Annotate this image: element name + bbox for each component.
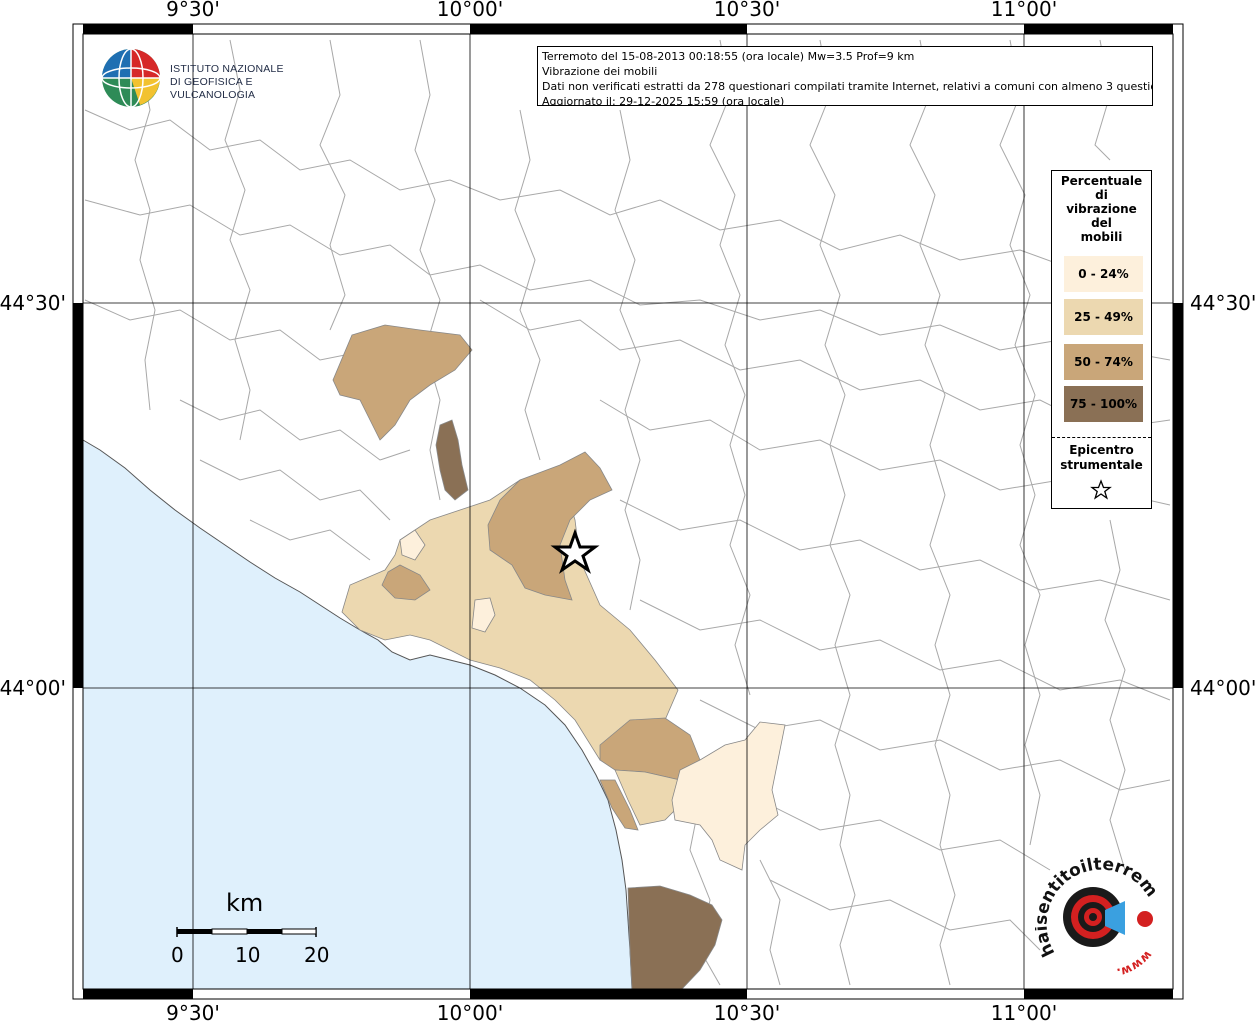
- ingv-logo: ISTITUTO NAZIONALE DI GEOFISICA E VULCAN…: [100, 47, 320, 109]
- lon-tick-labels-top: 9°30' 10°00' 10°30' 11°00': [166, 0, 1057, 21]
- scale-unit-label: km: [226, 889, 264, 917]
- ingv-logo-line2: DI GEOFISICA E VULCANOLOGIA: [170, 76, 256, 101]
- lat-tick-right-1: 44°00': [1190, 676, 1255, 700]
- legend-title-line: del: [1091, 216, 1112, 230]
- ingv-logo-text: ISTITUTO NAZIONALE DI GEOFISICA E VULCAN…: [170, 63, 320, 102]
- scale-label-10: 10: [235, 943, 261, 967]
- lon-tick-top-0: 9°30': [166, 0, 220, 21]
- legend-item-25-49: 25 - 49%: [1064, 299, 1143, 335]
- legend-title-line: vibrazione: [1066, 202, 1137, 216]
- legend-title-line: mobili: [1080, 230, 1123, 244]
- event-info-line2: Vibrazione dei mobili: [542, 65, 658, 78]
- lon-tick-top-2: 10°30': [714, 0, 780, 21]
- scale-bar: km 0 10 20: [160, 885, 340, 975]
- haisentito-badge: haisentitoilterremoto.it www.: [1029, 840, 1165, 985]
- legend-item-50-74: 50 - 74%: [1064, 344, 1143, 380]
- legend-item-75-100: 75 - 100%: [1064, 386, 1143, 422]
- lon-tick-bottom-1: 10°00': [437, 1001, 503, 1024]
- lon-tick-bottom-3: 11°00': [991, 1001, 1057, 1024]
- event-info-line3: Dati non verificati estratti da 278 ques…: [542, 80, 1153, 93]
- lon-tick-bottom-0: 9°30': [166, 1001, 220, 1024]
- map-legend: Percentuale di vibrazione del mobili 0 -…: [1051, 170, 1152, 509]
- badge-url-text: www.: [1115, 948, 1155, 980]
- lat-tick-left-1: 44°00': [0, 676, 66, 700]
- event-info-line1: Terremoto del 15-08-2013 00:18:55 (ora l…: [542, 50, 915, 63]
- event-info-line4: Aggiornato il: 29-12-2025 15:59 (ora loc…: [542, 95, 785, 106]
- lon-tick-top-3: 11°00': [991, 0, 1057, 21]
- speaker-target-icon: haisentitoilterremoto.it www.: [1029, 840, 1161, 980]
- svg-text:www.: www.: [1115, 948, 1155, 980]
- lon-tick-labels-bottom: 9°30' 10°00' 10°30' 11°00': [166, 1001, 1057, 1024]
- lon-tick-top-1: 10°00': [437, 0, 503, 21]
- event-info-box: Terremoto del 15-08-2013 00:18:55 (ora l…: [537, 46, 1153, 106]
- legend-epicenter-line: Epicentro: [1069, 443, 1134, 457]
- lat-tick-right-0: 44°30': [1190, 291, 1255, 315]
- ingv-globe-icon: [101, 48, 161, 108]
- lat-tick-left-0: 44°30': [0, 291, 66, 315]
- legend-title: Percentuale di vibrazione del mobili: [1052, 174, 1151, 244]
- scale-label-20: 20: [304, 943, 330, 967]
- legend-epicenter-label: Epicentro strumentale: [1052, 443, 1151, 473]
- ingv-logo-line1: ISTITUTO NAZIONALE: [170, 63, 284, 75]
- star-icon: [1090, 479, 1112, 500]
- legend-title-line: Percentuale: [1060, 174, 1143, 188]
- legend-item-0-24: 0 - 24%: [1064, 256, 1143, 292]
- lon-tick-bottom-2: 10°30': [714, 1001, 780, 1024]
- legend-separator: [1052, 437, 1151, 438]
- legend-title-line: di: [1095, 188, 1108, 202]
- legend-epicenter-line: strumentale: [1060, 458, 1143, 472]
- scale-label-0: 0: [171, 943, 184, 967]
